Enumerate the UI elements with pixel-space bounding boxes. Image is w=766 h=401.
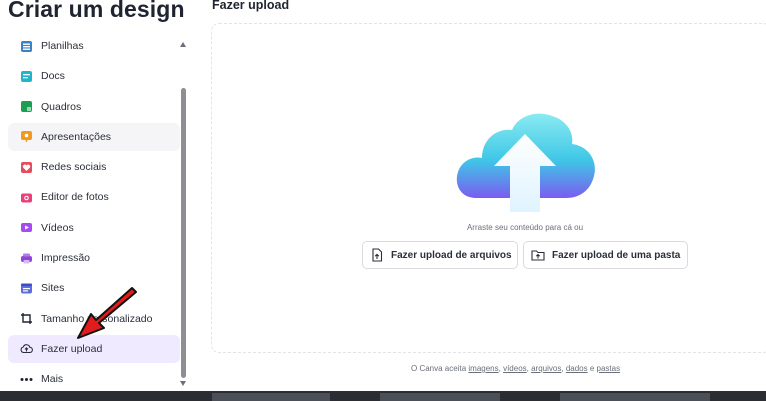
more-dots-icon: [20, 373, 33, 386]
scroll-up-arrow-icon[interactable]: [180, 42, 186, 47]
nav-item-editor-de-fotos[interactable]: Editor de fotos: [8, 183, 180, 211]
upload-folder-label: Fazer upload de uma pasta: [552, 249, 681, 261]
create-design-title: Criar um design: [8, 0, 185, 22]
presentation-icon: [20, 130, 33, 143]
scroll-down-arrow-icon[interactable]: [180, 381, 186, 386]
nav-item-docs[interactable]: Docs: [8, 62, 180, 90]
nav-item-videos[interactable]: Vídeos: [8, 214, 180, 242]
drag-hint-text: Arraste seu conteúdo para cá ou: [466, 223, 584, 232]
upload-folder-button[interactable]: Fazer upload de uma pasta: [523, 241, 688, 269]
create-design-window: Criar um design Planilhas Docs Quadros A…: [0, 0, 766, 401]
whiteboard-icon: [20, 100, 33, 113]
red-pointer-arrow-icon: [77, 287, 137, 339]
nav-item-label: Mais: [41, 373, 64, 386]
upload-files-label: Fazer upload de arquivos: [391, 249, 512, 261]
scrollbar-thumb[interactable]: [181, 88, 186, 378]
nav-item-label: Impressão: [41, 252, 91, 265]
nav-item-label: Apresentações: [41, 130, 112, 143]
crop-icon: [20, 312, 33, 325]
images-link[interactable]: imagens: [468, 364, 498, 373]
nav-item-apresentacoes[interactable]: Apresentações: [8, 122, 180, 151]
nav-item-redes-sociais[interactable]: Redes sociais: [8, 153, 180, 181]
videos-link[interactable]: vídeos: [503, 364, 527, 373]
footer-and: e: [589, 364, 595, 373]
preview-thumbnail: [560, 393, 710, 401]
nav-item-label: Quadros: [41, 100, 82, 113]
docs-icon: [20, 70, 33, 83]
sites-icon: [20, 282, 33, 295]
nav-item-label: Redes sociais: [41, 161, 107, 174]
data-link[interactable]: dados: [566, 364, 588, 373]
cloud-upload-illustration-icon: [456, 113, 595, 212]
nav-item-label: Planilhas: [41, 40, 84, 52]
print-icon: [20, 252, 33, 265]
nav-item-label: Docs: [41, 70, 65, 83]
files-link[interactable]: arquivos: [531, 364, 561, 373]
preview-thumbnail: [380, 393, 500, 401]
nav-item-label: Sites: [41, 282, 65, 295]
spreadsheet-icon: [20, 40, 33, 53]
nav-item-quadros[interactable]: Quadros: [8, 93, 180, 121]
nav-item-label: Editor de fotos: [41, 191, 109, 204]
footer-prefix: O Canva aceita: [411, 364, 467, 373]
video-icon: [20, 221, 33, 234]
bottom-preview-strip: [0, 391, 766, 401]
folder-upload-icon: [531, 248, 545, 262]
upload-panel-title: Fazer upload: [212, 0, 290, 12]
nav-item-label: Fazer upload: [41, 342, 103, 355]
preview-thumbnail: [212, 393, 330, 401]
accepted-formats-note: O Canva aceita imagens, vídeos, arquivos…: [411, 364, 621, 373]
cloud-upload-icon: [20, 342, 33, 355]
nav-item-impressao[interactable]: Impressão: [8, 244, 180, 272]
nav-item-planilhas[interactable]: Planilhas: [8, 32, 180, 60]
upload-files-button[interactable]: Fazer upload de arquivos: [362, 241, 518, 269]
camera-icon: [20, 191, 33, 204]
nav-item-label: Vídeos: [41, 221, 74, 234]
heart-icon: [20, 161, 33, 174]
nav-item-mais[interactable]: Mais: [8, 365, 180, 393]
file-upload-icon: [370, 248, 384, 262]
folders-link[interactable]: pastas: [597, 364, 621, 373]
